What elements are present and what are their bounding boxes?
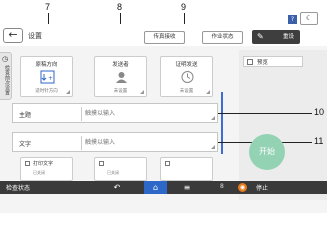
text-label: 文字 — [19, 141, 32, 148]
sender-icon — [116, 72, 127, 83]
recent-settings-tab[interactable]: ◷ 检查前次设置 — [0, 52, 12, 100]
clock-icon: ◷ — [2, 55, 9, 63]
tile-sub: 适时针方向 — [35, 89, 58, 94]
field-divider — [81, 107, 82, 121]
right-panel — [239, 50, 327, 200]
subject-input[interactable] — [85, 106, 215, 121]
status-bar: 检查状态 ↶ ⌂ ≡ 8 ◉ 停止 — [0, 181, 327, 194]
tile-corner — [206, 90, 210, 94]
clock-icon — [181, 71, 194, 83]
text-field[interactable]: 文字 — [12, 132, 218, 152]
bottom-tile-2-sub: 已关闭 — [107, 170, 119, 175]
reset-button[interactable]: ✎ 重设 — [252, 30, 300, 44]
screen-title: 设置 — [28, 32, 42, 40]
tile-label: 原稿方向 — [35, 62, 58, 68]
status-number: 8 — [220, 183, 224, 190]
subject-field[interactable]: 主题 — [12, 103, 218, 123]
back-arrow-icon[interactable]: ↶ — [110, 182, 124, 193]
checkbox-box[interactable] — [99, 161, 104, 166]
callout-10: 10 — [314, 107, 325, 117]
tile-label: 发送者 — [112, 62, 129, 68]
callout-11: 11 — [314, 136, 324, 146]
tile-original-orientation[interactable]: 原稿方向 + 适时针方向 — [20, 56, 73, 97]
arrow-left-icon: ← — [8, 28, 18, 41]
menu-icon[interactable]: ≡ — [180, 182, 194, 193]
start-button[interactable]: 开始 — [249, 134, 285, 170]
tile-sub: 未设置 — [179, 89, 194, 94]
print-text-tile[interactable]: 打印文字 已关闭 — [20, 157, 73, 181]
checkbox-box[interactable] — [25, 161, 30, 166]
help-button[interactable]: ? — [288, 15, 297, 24]
home-icon[interactable]: ⌂ — [144, 181, 167, 194]
tile-sender[interactable]: 发送者 未设置 — [94, 56, 147, 97]
moon-icon[interactable]: ☾ — [300, 12, 318, 25]
tile-sub: 未设置 — [113, 89, 128, 94]
preview-checkbox[interactable]: 预览 — [243, 56, 303, 67]
callout-8: 8 — [117, 2, 123, 12]
pencil-icon: ✎ — [257, 32, 264, 41]
svg-text:+: + — [48, 75, 53, 82]
stop-button[interactable]: 停止 — [256, 183, 268, 192]
job-status-button[interactable]: 作业状态 — [202, 31, 243, 44]
bottom-tile-3[interactable] — [160, 157, 213, 181]
field-corner — [211, 116, 215, 120]
tile-corner — [66, 90, 70, 94]
subject-label: 主题 — [19, 112, 32, 119]
scrollbar[interactable] — [221, 92, 223, 154]
fax-receive-button[interactable]: 传真接收 — [144, 31, 185, 44]
checkbox-box[interactable] — [247, 59, 253, 65]
tile-corner — [140, 90, 144, 94]
callout-9: 9 — [181, 2, 187, 12]
recent-settings-label: 检查前次设置 — [4, 65, 10, 95]
tile-stamp-send[interactable]: 证明发送 未设置 — [160, 56, 213, 97]
field-divider — [81, 136, 82, 150]
tile-label: 证明发送 — [175, 62, 198, 68]
bottom-tile-2[interactable]: 已关闭 — [94, 157, 147, 181]
print-text-sub: 已关闭 — [33, 170, 45, 175]
preview-label: 预览 — [257, 60, 269, 66]
text-input[interactable] — [85, 135, 215, 150]
orientation-icon: + — [40, 70, 55, 84]
field-corner — [211, 145, 215, 149]
check-status-button[interactable]: 检查状态 — [6, 183, 30, 192]
stop-icon[interactable]: ◉ — [238, 183, 247, 192]
callout-10-leader — [218, 113, 312, 114]
back-button[interactable]: ← — [3, 28, 23, 43]
callout-7: 7 — [45, 2, 51, 12]
print-text-label: 打印文字 — [33, 161, 54, 167]
checkbox-box[interactable] — [165, 161, 170, 166]
reset-button-label: 重设 — [282, 34, 294, 40]
